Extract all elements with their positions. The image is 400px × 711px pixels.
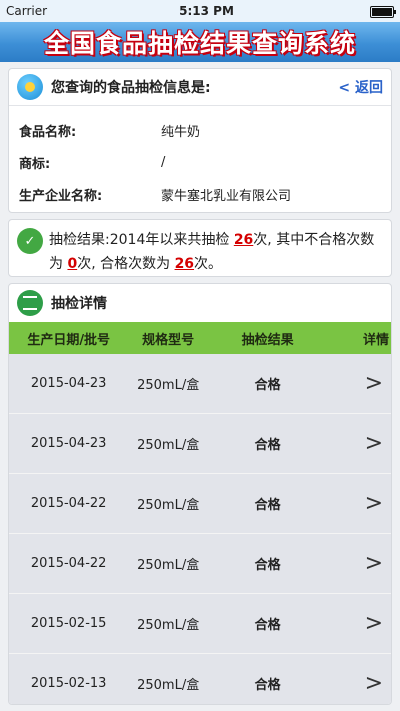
- row-spec: 250mL/盒: [137, 378, 200, 393]
- table-row[interactable]: 2015-04-22 250mL/盒 合格 >: [9, 474, 391, 534]
- details-header: 抽检详情: [9, 284, 391, 322]
- field-value: /: [161, 154, 166, 170]
- shield-icon: ✓: [17, 228, 43, 254]
- field-label: 商标:: [19, 156, 51, 172]
- row-spec: 250mL/盒: [137, 618, 200, 633]
- table-row[interactable]: 2015-02-15 250mL/盒 合格 >: [9, 594, 391, 654]
- row-result: 合格: [254, 678, 281, 693]
- column-header-result: 抽检结果: [241, 332, 294, 348]
- clock: 5:13 PM: [179, 4, 234, 18]
- battery-icon: [366, 4, 396, 18]
- column-header-date: 生产日期/批号: [27, 332, 111, 348]
- food-info-title: 您查询的食品抽检信息是:: [51, 80, 211, 96]
- app-title: 全国食品抽检结果查询系统: [43, 29, 356, 58]
- table-row[interactable]: 2015-04-23 250mL/盒 合格 >: [9, 354, 391, 414]
- field-row-food-name: 食品名称: 纯牛奶: [19, 114, 381, 146]
- table-row[interactable]: 2015-02-13 250mL/盒 合格 >: [9, 654, 391, 704]
- carrier-label: Carrier: [6, 4, 48, 18]
- row-date: 2015-04-22: [30, 556, 107, 571]
- table-header: 生产日期/批号 规格型号 抽检结果 详情: [9, 322, 391, 354]
- column-header-detail: 详情: [362, 332, 389, 348]
- field-value: 纯牛奶: [161, 124, 201, 140]
- table-row[interactable]: 2015-04-23 250mL/盒 合格 >: [9, 414, 391, 474]
- failed-count: 0: [67, 256, 78, 272]
- row-result: 合格: [254, 498, 281, 513]
- row-date: 2015-04-23: [30, 376, 107, 391]
- column-header-spec: 规格型号: [142, 332, 195, 348]
- chevron-right-icon[interactable]: >: [327, 491, 391, 516]
- chevron-right-icon[interactable]: >: [327, 551, 391, 576]
- row-spec: 250mL/盒: [137, 558, 200, 573]
- chevron-right-icon[interactable]: >: [327, 431, 391, 456]
- field-value: 蒙牛塞北乳业有限公司: [161, 188, 292, 204]
- result-summary-text: 抽检结果:2014年以来共抽检 26次, 其中不合格次数为 0次, 合格次数为 …: [49, 228, 383, 276]
- row-result: 合格: [254, 558, 281, 573]
- row-spec: 250mL/盒: [137, 678, 200, 693]
- row-result: 合格: [254, 618, 281, 633]
- details-card: 抽检详情 生产日期/批号 规格型号 抽检结果 详情 2015-04-23 250…: [8, 283, 392, 705]
- field-row-manufacturer: 生产企业名称: 蒙牛塞北乳业有限公司: [19, 178, 381, 210]
- food-info-header: 您查询的食品抽检信息是: < 返回: [9, 69, 391, 106]
- result-text-part: 2014年以来共抽检: [109, 232, 234, 248]
- list-icon: [17, 290, 43, 316]
- row-date: 2015-04-22: [30, 496, 107, 511]
- field-row-brand: 商标: /: [19, 146, 381, 178]
- result-text-part: 次, 合格次数为: [77, 256, 175, 272]
- row-date: 2015-02-15: [30, 616, 107, 631]
- app-header: 全国食品抽检结果查询系统: [0, 22, 400, 62]
- row-result: 合格: [254, 438, 281, 453]
- row-date: 2015-04-23: [30, 436, 107, 451]
- result-text-part: 次。: [194, 256, 223, 272]
- field-label: 食品名称:: [19, 124, 77, 140]
- total-count: 26: [233, 232, 254, 248]
- food-info-fields: 食品名称: 纯牛奶 商标: / 生产企业名称: 蒙牛塞北乳业有限公司: [9, 106, 391, 218]
- info-logo-icon: [17, 74, 43, 100]
- chevron-right-icon[interactable]: >: [327, 611, 391, 636]
- row-date: 2015-02-13: [30, 676, 107, 691]
- details-title: 抽检详情: [51, 296, 107, 312]
- food-info-card: 您查询的食品抽检信息是: < 返回 食品名称: 纯牛奶 商标: / 生产企业名称…: [8, 68, 392, 213]
- passed-count: 26: [174, 256, 195, 272]
- row-spec: 250mL/盒: [137, 438, 200, 453]
- chevron-right-icon[interactable]: >: [327, 371, 391, 396]
- status-bar: Carrier 5:13 PM: [0, 0, 400, 22]
- field-label: 生产企业名称:: [19, 188, 103, 204]
- row-result: 合格: [254, 378, 281, 393]
- back-button[interactable]: < 返回: [338, 77, 383, 97]
- table-row[interactable]: 2015-04-22 250mL/盒 合格 >: [9, 534, 391, 594]
- row-spec: 250mL/盒: [137, 498, 200, 513]
- chevron-right-icon[interactable]: >: [327, 671, 391, 696]
- result-summary-card: ✓ 抽检结果:2014年以来共抽检 26次, 其中不合格次数为 0次, 合格次数…: [8, 219, 392, 277]
- result-prefix: 抽检结果:: [49, 232, 110, 248]
